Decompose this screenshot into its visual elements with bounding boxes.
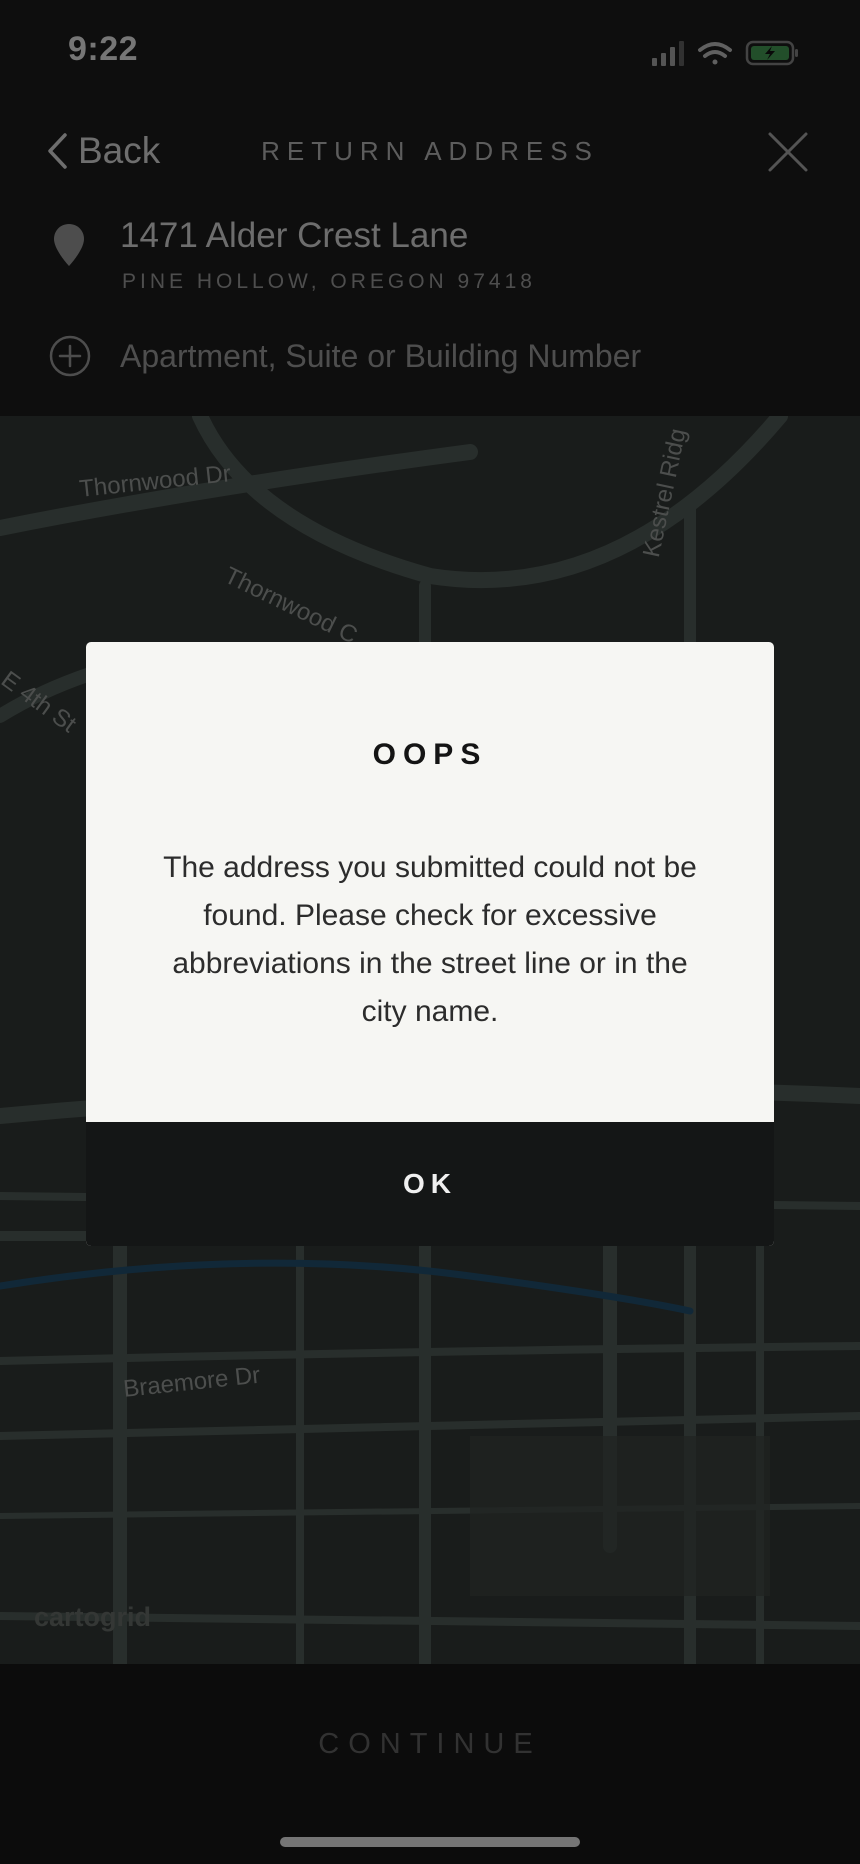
ok-button[interactable]: OK [86,1122,774,1246]
dialog-title: OOPS [372,738,488,771]
address-screen: 9:22 Back RETURN ADDRESS 1471 Alder Cres… [0,0,860,1864]
error-dialog: OOPS The address you submitted could not… [86,642,774,1246]
dialog-message: The address you submitted could not be f… [163,851,697,1028]
